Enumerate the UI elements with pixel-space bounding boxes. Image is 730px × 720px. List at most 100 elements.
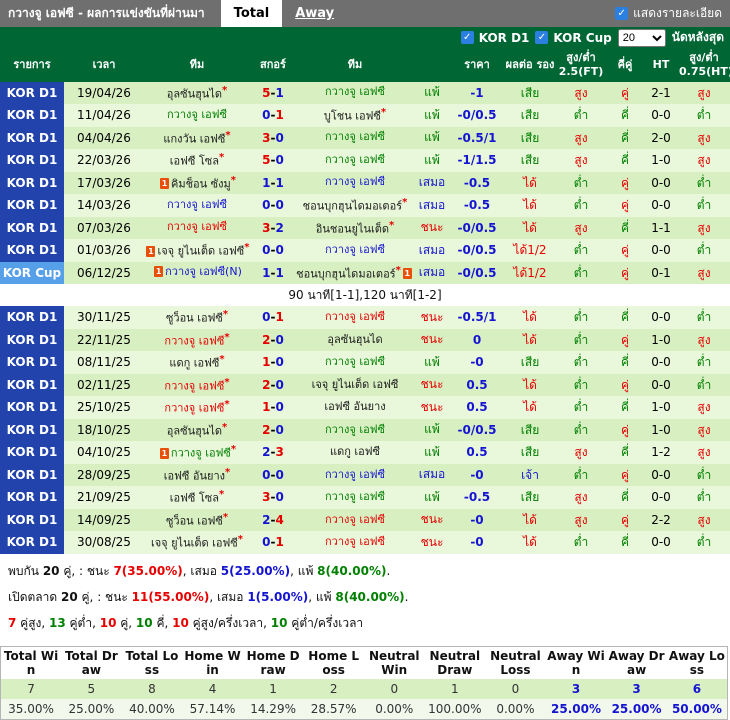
away-team-cell: อุลซันฮุนได [296, 328, 414, 352]
league-cell: KOR D1 [0, 149, 64, 172]
stats-count-value: 3 [606, 679, 667, 700]
date-cell: 04/04/26 [64, 126, 144, 149]
team-name: กวางจู เอฟซี [325, 355, 385, 369]
odd-even-cell: คี่ [606, 396, 644, 419]
league-cell: KOR D1 [0, 418, 64, 442]
handicap-cell: -0 [450, 463, 504, 487]
stats-count-value: 5 [61, 679, 122, 700]
result-cell: เสมอ [414, 194, 450, 217]
date-cell: 30/08/25 [64, 531, 144, 554]
score-cell: 0-0 [250, 463, 296, 487]
date-cell: 18/10/25 [64, 418, 144, 442]
over-under-ht-cell: ต่ำ [678, 486, 730, 509]
star-marker: * [225, 466, 231, 478]
stats-count-value: 4 [182, 679, 243, 700]
home-team-cell: กวางจู เอฟซี* [144, 373, 250, 397]
home-team-cell: 1 คิมช็อน ซังมู* [144, 171, 250, 194]
league-cell: KOR D1 [0, 194, 64, 217]
team-name: กวางจู เอฟซี [164, 334, 225, 348]
score-cell: 3-0 [250, 126, 296, 149]
stats-percent-value: 25.00% [545, 699, 607, 720]
odd-even-cell: คู่ [606, 418, 644, 442]
team-name: แกงวัน เอฟซี [163, 132, 226, 146]
stats-percent-value: 100.00% [424, 699, 486, 720]
stats-percent-value: 25.00% [606, 699, 667, 720]
league-cell: KOR D1 [0, 441, 64, 464]
league-cell: KOR D1 [0, 239, 64, 262]
home-goals: 3 [262, 220, 271, 235]
tab-total[interactable]: Total [220, 0, 283, 27]
summary-segment: 20 [61, 589, 78, 604]
handicap-cell: -0/0.5 [450, 216, 504, 239]
stats-percent-value: 0.00% [485, 699, 546, 720]
stats-percent-value: 14.29% [242, 699, 304, 720]
win-draw-loss-table: Total Win Total Draw Total Loss Home Win Hom… [0, 645, 728, 720]
stats-count-value: 1 [242, 679, 304, 700]
show-detail-checkbox[interactable]: ✓ [615, 7, 629, 20]
home-goals: 2 [262, 512, 271, 527]
away-team-cell: กวางจู เอฟซี [296, 418, 414, 442]
odd-even-cell: คี่ [606, 531, 644, 554]
handicap-result-cell: ได้ [504, 508, 556, 532]
match-row: KOR D1 22/03/26 เอฟซี โซล* 5-0 กวางจู เอฟซีแ… [0, 149, 730, 172]
score-cell: 2-0 [250, 373, 296, 397]
handicap-result-cell: ได้1/2 [504, 261, 556, 284]
away-goals: 0 [275, 130, 284, 145]
date-cell: 11/04/26 [64, 104, 144, 127]
star-marker: * [222, 309, 229, 321]
handicap-cell: -0.5 [450, 171, 504, 194]
date-cell: 22/03/26 [64, 149, 144, 172]
column-header: ราคา [450, 48, 504, 82]
handicap-result-cell: เสีย [504, 126, 556, 149]
away-team-cell: กวางจู เอฟซี [296, 351, 414, 374]
result-cell: ชนะ [414, 531, 450, 554]
summary-segment: คู่สูง, [16, 615, 50, 630]
away-team-cell: กวางจู เอฟซี [296, 486, 414, 509]
star-marker: * [244, 242, 250, 253]
over-under-ft-cell: ต่ำ [556, 261, 606, 284]
star-marker: * [224, 399, 230, 411]
stats-percent-value: 35.00% [0, 699, 62, 720]
team-name: ซูว็อน เอฟซี [165, 311, 223, 325]
summary-segment: 20 [42, 563, 60, 578]
team-name: บูโชน เอฟซี [323, 109, 381, 123]
result-cell: ชนะ [414, 373, 450, 397]
check-icon: ✓ [537, 32, 547, 43]
handicap-result-cell: เสีย [504, 441, 556, 464]
team-name: เจจุ ยูไนเต็ด เอฟซี [157, 244, 245, 258]
odd-even-cell: คู่ [606, 463, 644, 487]
team-name: กวางจู เอฟซี [167, 107, 227, 121]
over-under-ht-cell: สูง [678, 328, 730, 352]
match-row: KOR D1 25/10/25 กวางจู เอฟซี* 1-0 เอฟซี อันย… [0, 396, 730, 419]
home-goals: 3 [262, 130, 271, 145]
kor-cup-checkbox[interactable]: ✓ [535, 31, 549, 44]
handicap-cell: -0 [450, 508, 504, 532]
score-cell: 1-1 [250, 261, 296, 284]
page-title: กวางจู เอฟซี - ผลการแข่งขันที่ผ่านมา [8, 6, 205, 20]
match-row: KOR D1 08/11/25 แดกู เอฟซี* 1-0 กวางจู เอฟซี… [0, 351, 730, 374]
summary-segment: คู่สูง/ครึ่งเวลา, [188, 615, 271, 630]
handicap-result-cell: ได้ [504, 194, 556, 217]
title-bar: กวางจู เอฟซี - ผลการแข่งขันที่ผ่านมา Tot… [0, 0, 730, 27]
result-cell: แพ้ [414, 441, 450, 464]
result-cell: แพ้ [414, 486, 450, 509]
team-name: กวางจู เอฟซี [164, 401, 225, 415]
summary-segment: 10 [270, 615, 288, 630]
team-name: กวางจู เอฟซี [325, 130, 385, 144]
home-team-cell: เอฟซี โซล* [144, 149, 250, 172]
match-row: KOR D1 28/09/25 เอฟซี อันยาง* 0-0 กวางจู เอฟ… [0, 463, 730, 487]
date-cell: 04/10/25 [64, 441, 144, 464]
recent-count-select[interactable]: 20 [617, 28, 666, 47]
stats-percent-value: 25.00% [61, 699, 122, 720]
score-cell: 5-0 [250, 149, 296, 172]
show-detail-label: แสดงรายละเอียด [633, 6, 722, 20]
tab-away[interactable]: Away [282, 0, 347, 27]
result-cell: ชนะ [414, 396, 450, 419]
team-name: กวางจู เอฟซี [325, 467, 385, 481]
kor-d1-checkbox[interactable]: ✓ [460, 31, 474, 44]
stats-count-value: 8 [121, 679, 183, 700]
team-name: อินชอนยูไนเต็ด [315, 222, 390, 236]
check-icon: ✓ [463, 32, 472, 43]
handicap-result-cell: ได้ [504, 171, 556, 194]
stats-column-header: Away Loss [666, 646, 728, 680]
